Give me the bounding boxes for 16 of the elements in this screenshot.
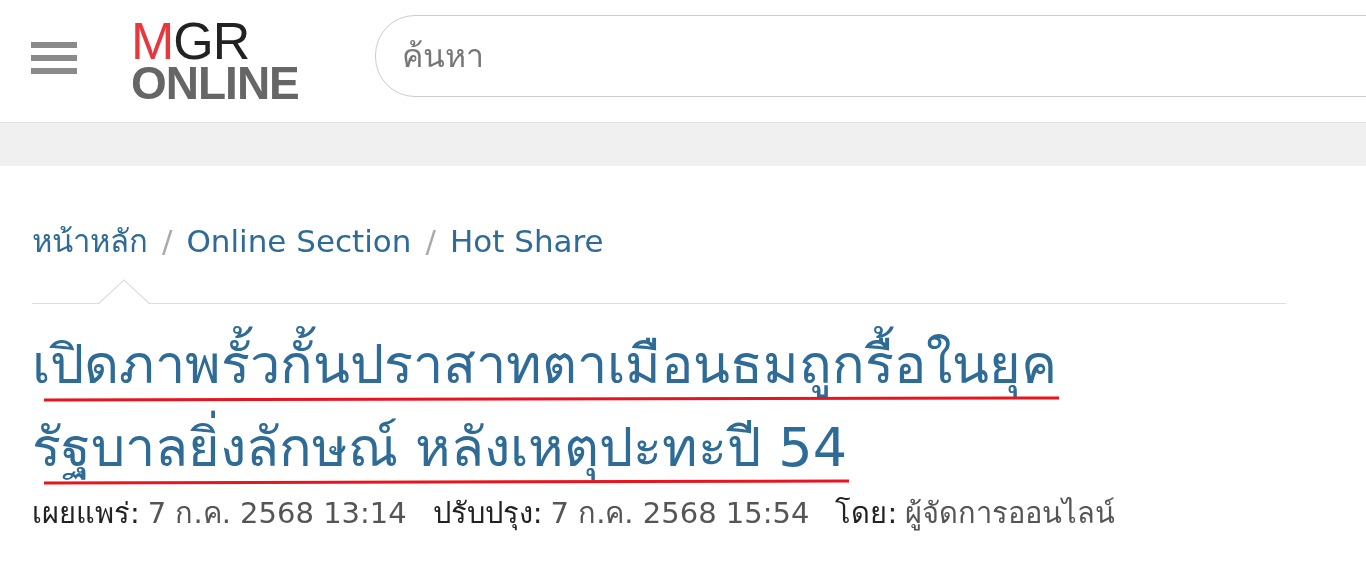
meta-value: 7 ก.ค. 2568 13:14	[147, 495, 407, 532]
breadcrumb-link[interactable]: Hot Share	[449, 223, 604, 259]
meta-label: ปรับปรุง:	[432, 495, 543, 533]
meta-value: 7 ก.ค. 2568 15:54	[550, 495, 810, 532]
meta-value: ผู้จัดการออนไลน์	[905, 495, 1116, 533]
breadcrumb-link[interactable]: Online Section	[186, 223, 412, 259]
breadcrumb-separator: /	[425, 223, 436, 259]
meta-label: โดย:	[835, 495, 898, 532]
meta-label: เผยแพร่:	[32, 495, 140, 532]
search-field[interactable]: ค้นหา	[375, 15, 1366, 97]
breadcrumb-separator: /	[162, 223, 173, 259]
menu-icon[interactable]	[31, 40, 77, 76]
article-title: รัฐบาลยิ่งลักษณ์ หลังเหตุปะทะปี 54	[32, 411, 848, 485]
breadcrumb-link[interactable]: หน้าหลัก	[32, 216, 148, 266]
article-title: เปิดภาพรั้วกั้นปราสาทตาเมือนธมถูกรื้อในยุค	[32, 328, 1057, 402]
site-logo[interactable]: MGR ONLINE	[131, 19, 307, 103]
